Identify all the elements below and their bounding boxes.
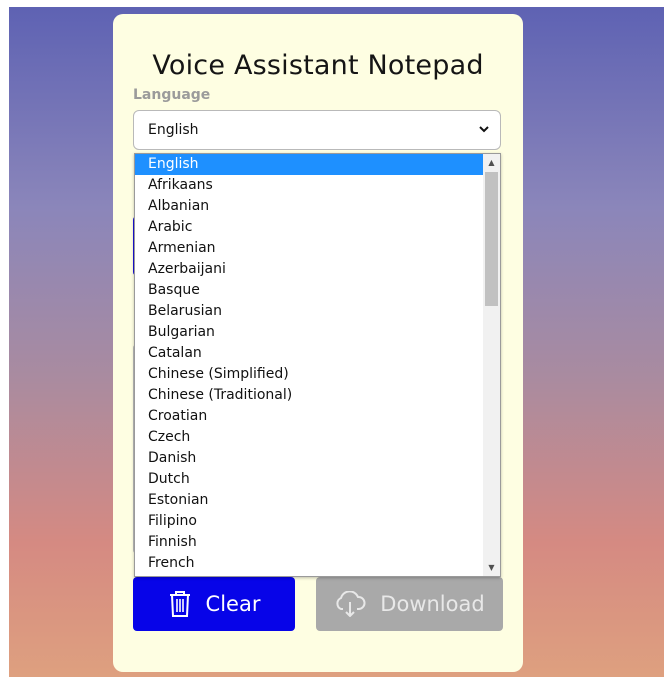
language-option[interactable]: Afrikaans (135, 175, 484, 196)
scroll-down-arrow-icon[interactable]: ▼ (483, 559, 500, 576)
language-option[interactable]: English (135, 154, 484, 175)
language-select[interactable]: English (133, 110, 501, 150)
language-dropdown-list[interactable]: English Afrikaans Albanian Arabic Armeni… (134, 153, 501, 577)
download-button[interactable]: Download (316, 577, 503, 631)
language-option[interactable]: Azerbaijani (135, 259, 484, 280)
language-option[interactable]: Czech (135, 427, 484, 448)
chevron-down-icon (478, 119, 490, 143)
language-option[interactable]: Albanian (135, 196, 484, 217)
language-option[interactable]: Croatian (135, 406, 484, 427)
language-option[interactable]: Basque (135, 280, 484, 301)
language-option[interactable]: Finnish (135, 532, 484, 553)
language-option[interactable]: Estonian (135, 490, 484, 511)
cloud-download-icon (334, 591, 366, 617)
language-option[interactable]: Chinese (Traditional) (135, 385, 484, 406)
language-option[interactable]: Catalan (135, 343, 484, 364)
download-button-label: Download (380, 592, 485, 616)
language-label: Language (133, 87, 211, 103)
language-option[interactable]: Danish (135, 448, 484, 469)
language-select-value: English (148, 122, 199, 138)
clear-button[interactable]: Clear (133, 577, 295, 631)
app-title: Voice Assistant Notepad (152, 50, 484, 81)
trash-icon (168, 590, 192, 618)
language-option[interactable]: French (135, 553, 484, 574)
dropdown-scrollbar[interactable]: ▲ ▼ (483, 154, 500, 576)
scroll-up-arrow-icon[interactable]: ▲ (483, 154, 500, 171)
language-option[interactable]: Armenian (135, 238, 484, 259)
language-option[interactable]: Arabic (135, 217, 484, 238)
language-option[interactable]: Filipino (135, 511, 484, 532)
language-option[interactable]: Bulgarian (135, 322, 484, 343)
scrollbar-thumb[interactable] (485, 172, 498, 306)
language-option[interactable]: Chinese (Simplified) (135, 364, 484, 385)
language-option[interactable]: Belarusian (135, 301, 484, 322)
clear-button-label: Clear (205, 592, 261, 616)
language-option[interactable]: Dutch (135, 469, 484, 490)
